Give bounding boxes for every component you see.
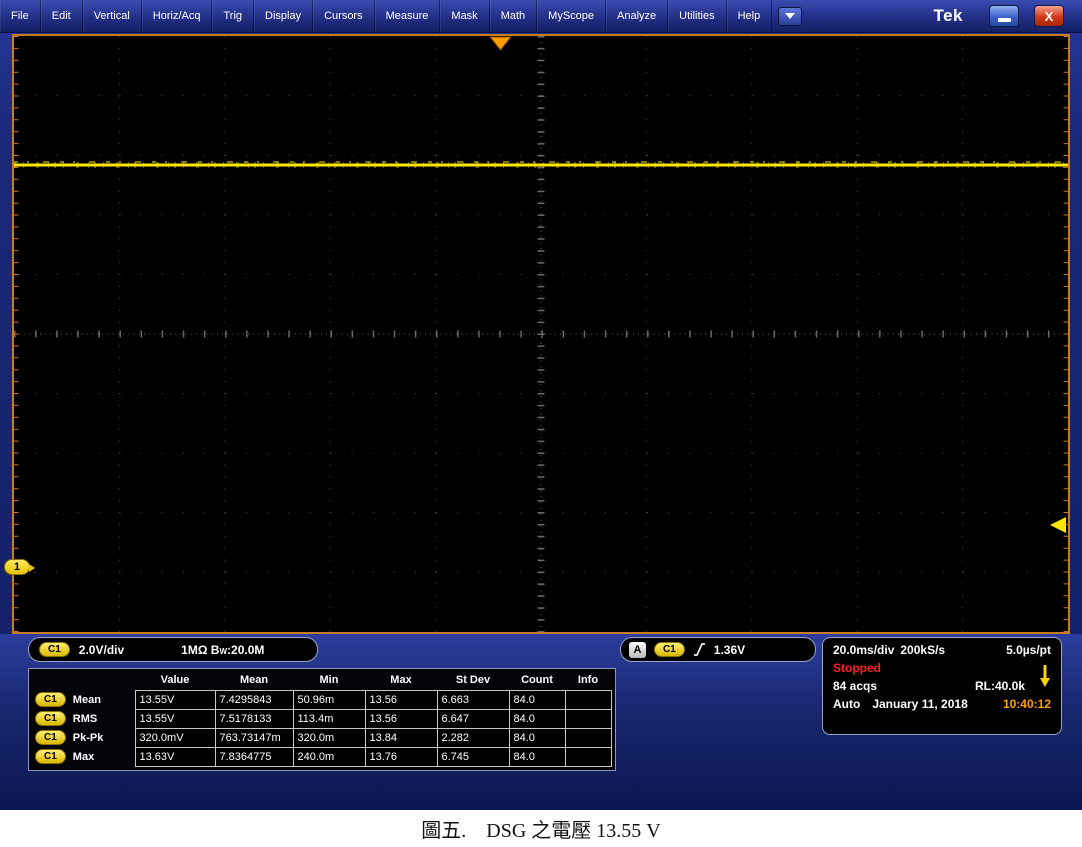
cell-stdev: 2.282 — [436, 727, 510, 748]
channel1-ground-marker[interactable]: 1 — [4, 559, 35, 575]
cell-max: 13.84 — [364, 727, 438, 748]
menu-trig[interactable]: Trig — [212, 0, 255, 32]
trigger-channel-badge: C1 — [654, 642, 685, 657]
cell-mean: 763.73147m — [214, 727, 294, 748]
col-stdev: St Dev — [455, 674, 491, 686]
col-value: Value — [160, 674, 190, 686]
cell-value: 13.63V — [134, 746, 216, 767]
trigger-level-value: 1.36V — [713, 642, 746, 657]
horizontal-readout[interactable]: 20.0ms/div 200kS/s 5.0µs/pt Stopped 84 a… — [822, 637, 1062, 735]
arrow-down-icon — [1040, 665, 1050, 687]
cell-max: 13.56 — [364, 689, 438, 710]
cell-value: 320.0mV — [134, 727, 216, 748]
cell-min: 113.4m — [292, 708, 366, 729]
trigger-source-badge: A — [629, 641, 646, 658]
cell-value: 13.55V — [134, 689, 216, 710]
chevron-down-icon — [785, 13, 796, 19]
close-icon: X — [1044, 8, 1054, 24]
menu-cursors[interactable]: Cursors — [313, 0, 375, 32]
timebase-value: 20.0ms/div — [833, 643, 895, 657]
menu-bar: File Edit Vertical Horiz/Acq Trig Displa… — [0, 0, 1082, 33]
cell-info — [564, 708, 612, 729]
menu-measure[interactable]: Measure — [375, 0, 441, 32]
measurement-header-row: Value Mean Min Max St Dev Count Info — [31, 671, 613, 690]
trigger-mode: Auto — [833, 697, 861, 711]
tek-logo: Tek — [933, 6, 963, 25]
figure-caption: 圖五. DSG 之電壓 13.55 V — [0, 810, 1082, 847]
waveform-display: 1 — [4, 34, 1070, 634]
cell-min: 50.96m — [292, 689, 366, 710]
acquisition-count: 84 acqs — [833, 679, 878, 693]
cell-count: 84.0 — [508, 727, 566, 748]
date-value: January 11, 2018 — [872, 697, 968, 711]
cell-value: 13.55V — [134, 708, 216, 729]
menu-display[interactable]: Display — [254, 0, 314, 32]
graticule — [14, 36, 1068, 632]
measurement-row-rms: C1 RMS 13.55V 7.5178133 113.4m 13.56 6.64… — [31, 708, 613, 729]
resolution: 5.0µs/pt — [1006, 643, 1051, 657]
cell-info — [564, 689, 612, 710]
cell-mean: 7.5178133 — [214, 708, 294, 729]
trigger-level-arrow — [1050, 517, 1066, 533]
menu-dropdown-button[interactable] — [778, 6, 803, 26]
minimize-button[interactable] — [989, 5, 1019, 27]
cell-stdev: 6.647 — [436, 708, 510, 729]
cell-count: 84.0 — [508, 746, 566, 767]
menu-vertical[interactable]: Vertical — [83, 0, 142, 32]
close-button[interactable]: X — [1034, 5, 1064, 27]
col-info: Info — [577, 674, 599, 686]
cell-info — [564, 746, 612, 767]
channel1-badge: C1 — [35, 711, 66, 726]
cell-mean: 7.8364775 — [214, 746, 294, 767]
col-mean: Mean — [239, 674, 269, 686]
sample-rate: 200kS/s — [900, 643, 946, 657]
col-max: Max — [390, 674, 412, 686]
input-impedance: 1MΩ B W:20.0M — [181, 642, 265, 657]
trigger-position-marker — [488, 36, 513, 51]
measurement-row-max: C1 Max 13.63V 7.8364775 240.0m 13.76 6.74… — [31, 746, 613, 767]
cell-info — [564, 727, 612, 748]
channel1-badge: C1 — [35, 730, 66, 745]
menu-utilities[interactable]: Utilities — [668, 0, 727, 32]
menu-analyze[interactable]: Analyze — [606, 0, 669, 32]
menu-mask[interactable]: Mask — [440, 0, 490, 32]
channel1-badge: C1 — [35, 692, 66, 707]
cell-stdev: 6.663 — [436, 689, 510, 710]
menu-file[interactable]: File — [0, 0, 41, 32]
menu-edit[interactable]: Edit — [41, 0, 83, 32]
channel1-trace — [14, 161, 1068, 168]
channel1-badge: C1 — [39, 642, 70, 657]
menu-myscope[interactable]: MyScope — [537, 0, 607, 32]
cell-count: 84.0 — [508, 689, 566, 710]
vertical-scale-readout[interactable]: C1 2.0V/div 1MΩ B W:20.0M — [28, 637, 318, 662]
rising-edge-icon — [693, 643, 705, 656]
menu-help[interactable]: Help — [727, 0, 773, 32]
col-min: Min — [319, 674, 339, 686]
time-value: 10:40:12 — [1002, 697, 1051, 711]
menu-horiz-acq[interactable]: Horiz/Acq — [142, 0, 213, 32]
trigger-readout[interactable]: A C1 1.36V — [620, 637, 816, 662]
record-length: RL:40.0k — [974, 679, 1025, 693]
oscilloscope-window: File Edit Vertical Horiz/Acq Trig Displa… — [0, 0, 1082, 847]
cell-min: 240.0m — [292, 746, 366, 767]
vertical-scale-value: 2.0V/div — [78, 642, 125, 657]
cell-min: 320.0m — [292, 727, 366, 748]
cell-mean: 7.4295843 — [214, 689, 294, 710]
minimize-icon — [997, 18, 1011, 22]
status-panel: C1 2.0V/div 1MΩ B W:20.0M A C1 1.36V 20.0… — [0, 634, 1082, 810]
measurement-row-pkpk: C1 Pk-Pk 320.0mV 763.73147m 320.0m 13.84 … — [31, 727, 613, 748]
cell-stdev: 6.745 — [436, 746, 510, 767]
channel1-badge: C1 — [35, 749, 66, 764]
measurement-row-mean: C1 Mean 13.55V 7.4295843 50.96m 13.56 6.6… — [31, 689, 613, 710]
cell-max: 13.56 — [364, 708, 438, 729]
menubar-spacer — [802, 0, 933, 32]
menu-math[interactable]: Math — [490, 0, 538, 32]
acquisition-status: Stopped — [833, 661, 881, 675]
measurement-table: Value Mean Min Max St Dev Count Info C1 M… — [28, 668, 616, 771]
col-count: Count — [521, 674, 553, 686]
cell-max: 13.76 — [364, 746, 438, 767]
cell-count: 84.0 — [508, 708, 566, 729]
